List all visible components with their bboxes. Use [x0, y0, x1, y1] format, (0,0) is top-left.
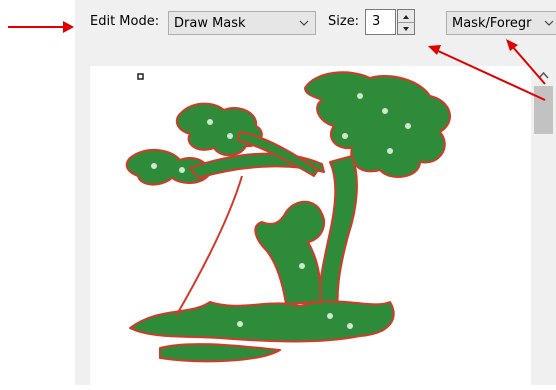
- chevron-down-icon: [544, 20, 554, 26]
- chevron-down-icon: [299, 20, 309, 26]
- vertical-scrollbar[interactable]: [531, 66, 556, 385]
- layer-value: Mask/Foregr: [452, 16, 532, 31]
- size-spinner: [397, 9, 415, 35]
- scrollbar-thumb[interactable]: [534, 86, 553, 134]
- tree-silhouette-image: [125, 71, 452, 363]
- mask-canvas[interactable]: [90, 66, 531, 385]
- size-label: Size:: [328, 14, 360, 29]
- size-value: 3: [372, 14, 381, 29]
- edit-mode-label: Edit Mode:: [90, 14, 160, 29]
- edit-mode-value: Draw Mask: [174, 16, 246, 31]
- size-input[interactable]: 3: [365, 9, 396, 35]
- spin-down-button[interactable]: [398, 22, 414, 34]
- scroll-up-icon[interactable]: [531, 68, 556, 82]
- layer-dropdown[interactable]: Mask/Foregr: [446, 11, 556, 35]
- edit-mode-dropdown[interactable]: Draw Mask: [168, 11, 316, 35]
- spin-down-icon: [403, 27, 409, 31]
